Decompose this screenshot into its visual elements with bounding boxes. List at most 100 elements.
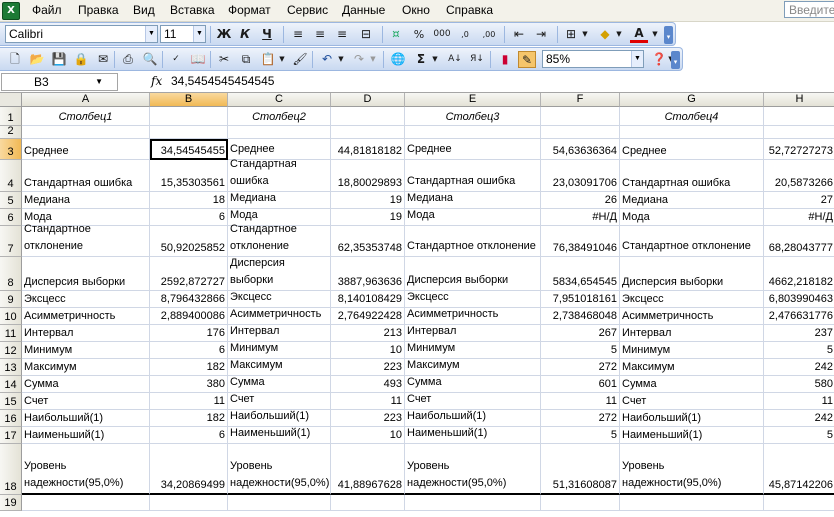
redo-icon[interactable]: ↷ xyxy=(350,51,368,68)
cell-D7[interactable]: 62,35353748 xyxy=(331,226,405,257)
cell-E6[interactable]: Мода xyxy=(405,209,541,226)
cell-C1[interactable]: Столбец2 xyxy=(228,107,331,126)
decrease-indent-icon[interactable]: ⇤ xyxy=(510,26,528,43)
cell-C17[interactable]: Наименьший(1) xyxy=(228,427,331,444)
cell-H2[interactable] xyxy=(764,126,834,139)
cell-G10[interactable]: Асимметричность xyxy=(620,308,764,325)
cell-F12[interactable]: 5 xyxy=(541,342,620,359)
cell-F2[interactable] xyxy=(541,126,620,139)
row-header-2[interactable]: 2 xyxy=(0,125,22,139)
cell-F15[interactable]: 11 xyxy=(541,393,620,410)
cell-B3[interactable]: 34,54545455 xyxy=(150,139,228,160)
column-header-G[interactable]: G xyxy=(620,93,764,107)
cell-A17[interactable]: Наименьший(1) xyxy=(22,427,150,444)
zoom-combo[interactable]: 85% ▼ xyxy=(542,50,644,68)
menu-insert[interactable]: Вставка xyxy=(170,3,215,17)
row-header-17[interactable]: 17 xyxy=(0,427,22,444)
menu-data[interactable]: Данные xyxy=(342,3,385,17)
font-size-combo[interactable]: 11 ▼ xyxy=(160,25,206,43)
cell-A11[interactable]: Интервал xyxy=(22,325,150,342)
row-header-9[interactable]: 9 xyxy=(0,291,22,308)
cell-D3[interactable]: 44,81818182 xyxy=(331,139,405,160)
cell-A15[interactable]: Счет xyxy=(22,393,150,410)
cell-A3[interactable]: Среднее xyxy=(22,139,150,160)
cell-G6[interactable]: Мода xyxy=(620,209,764,226)
cell-B6[interactable]: 6 xyxy=(150,209,228,226)
cell-H10[interactable]: 2,476631776 xyxy=(764,308,834,325)
row-header-1[interactable]: 1 xyxy=(0,107,22,126)
cell-D11[interactable]: 213 xyxy=(331,325,405,342)
cell-D6[interactable]: 19 xyxy=(331,209,405,226)
cell-G7[interactable]: Стандартное отклонение xyxy=(620,226,764,257)
row-header-19[interactable]: 19 xyxy=(0,495,22,511)
sort-descending-icon[interactable]: Я↓ xyxy=(468,51,486,68)
cell-C2[interactable] xyxy=(228,126,331,139)
cell-B13[interactable]: 182 xyxy=(150,359,228,376)
cell-D8[interactable]: 3887,963636 xyxy=(331,257,405,291)
cell-G4[interactable]: Стандартная ошибка xyxy=(620,160,764,192)
cell-F9[interactable]: 7,951018161 xyxy=(541,291,620,308)
cell-H14[interactable]: 580 xyxy=(764,376,834,393)
cell-A10[interactable]: Асимметричность xyxy=(22,308,150,325)
hyperlink-icon[interactable]: 🌐 xyxy=(389,51,407,68)
formula-input[interactable]: 34,5454545454545 xyxy=(171,74,274,88)
chart-wizard-icon[interactable]: ▮ xyxy=(496,51,514,68)
select-all-corner[interactable] xyxy=(0,93,22,107)
sort-ascending-icon[interactable]: А↓ xyxy=(446,51,464,68)
autosum-icon[interactable]: Σ xyxy=(412,51,430,68)
menu-window[interactable]: Окно xyxy=(402,3,430,17)
toolbar-options-icon[interactable]: ▾ xyxy=(671,51,680,69)
row-header-4[interactable]: 4 xyxy=(0,160,22,192)
underline-icon[interactable]: Ч xyxy=(258,26,276,43)
align-left-icon[interactable]: ≡ xyxy=(289,26,307,43)
align-center-icon[interactable]: ≡ xyxy=(311,26,329,43)
cell-E2[interactable] xyxy=(405,126,541,139)
cell-H15[interactable]: 11 xyxy=(764,393,834,410)
cell-C18[interactable]: Уровень надежности(95,0%) xyxy=(228,444,331,495)
cell-B14[interactable]: 380 xyxy=(150,376,228,393)
spelling-icon[interactable]: ✓ xyxy=(167,51,185,68)
cell-B10[interactable]: 2,889400086 xyxy=(150,308,228,325)
cell-A19[interactable] xyxy=(22,495,150,511)
cell-F17[interactable]: 5 xyxy=(541,427,620,444)
menu-format[interactable]: Формат xyxy=(228,3,271,17)
cell-B11[interactable]: 176 xyxy=(150,325,228,342)
cell-B1[interactable] xyxy=(150,107,228,126)
chevron-down-icon[interactable]: ▼ xyxy=(580,26,590,43)
paste-icon[interactable]: 📋 xyxy=(259,51,277,68)
cell-B8[interactable]: 2592,872727 xyxy=(150,257,228,291)
cell-H19[interactable] xyxy=(764,495,834,511)
chevron-down-icon[interactable]: ▼ xyxy=(95,74,103,90)
cell-A13[interactable]: Максимум xyxy=(22,359,150,376)
chevron-down-icon[interactable]: ▼ xyxy=(614,26,624,43)
column-header-H[interactable]: H xyxy=(764,93,834,107)
cell-H6[interactable]: #Н/Д xyxy=(764,209,834,226)
cell-F11[interactable]: 267 xyxy=(541,325,620,342)
function-icon[interactable]: fx xyxy=(151,74,162,88)
cell-A16[interactable]: Наибольший(1) xyxy=(22,410,150,427)
cell-F19[interactable] xyxy=(541,495,620,511)
cell-H5[interactable]: 27 xyxy=(764,192,834,209)
cell-A14[interactable]: Сумма xyxy=(22,376,150,393)
cell-H1[interactable] xyxy=(764,107,834,126)
chevron-down-icon[interactable]: ▼ xyxy=(277,51,287,68)
new-document-icon[interactable]: 🗋 xyxy=(6,51,24,68)
increase-decimal-icon[interactable]: ,0 xyxy=(456,26,474,43)
drawing-icon[interactable]: ✎ xyxy=(518,51,536,68)
cell-G3[interactable]: Среднее xyxy=(620,139,764,160)
cell-G14[interactable]: Сумма xyxy=(620,376,764,393)
undo-icon[interactable]: ↶ xyxy=(318,51,336,68)
cell-B9[interactable]: 8,796432866 xyxy=(150,291,228,308)
row-header-10[interactable]: 10 xyxy=(0,308,22,325)
chevron-down-icon[interactable]: ▼ xyxy=(650,26,660,43)
print-preview-icon[interactable]: 🔍 xyxy=(141,51,159,68)
increase-indent-icon[interactable]: ⇥ xyxy=(532,26,550,43)
row-header-11[interactable]: 11 xyxy=(0,325,22,342)
column-header-D[interactable]: D xyxy=(331,93,405,107)
cell-G16[interactable]: Наибольший(1) xyxy=(620,410,764,427)
fill-color-icon[interactable]: ◆ xyxy=(596,26,614,43)
cell-D5[interactable]: 19 xyxy=(331,192,405,209)
cell-B15[interactable]: 11 xyxy=(150,393,228,410)
menu-tools[interactable]: Сервис xyxy=(287,3,328,17)
cell-F5[interactable]: 26 xyxy=(541,192,620,209)
